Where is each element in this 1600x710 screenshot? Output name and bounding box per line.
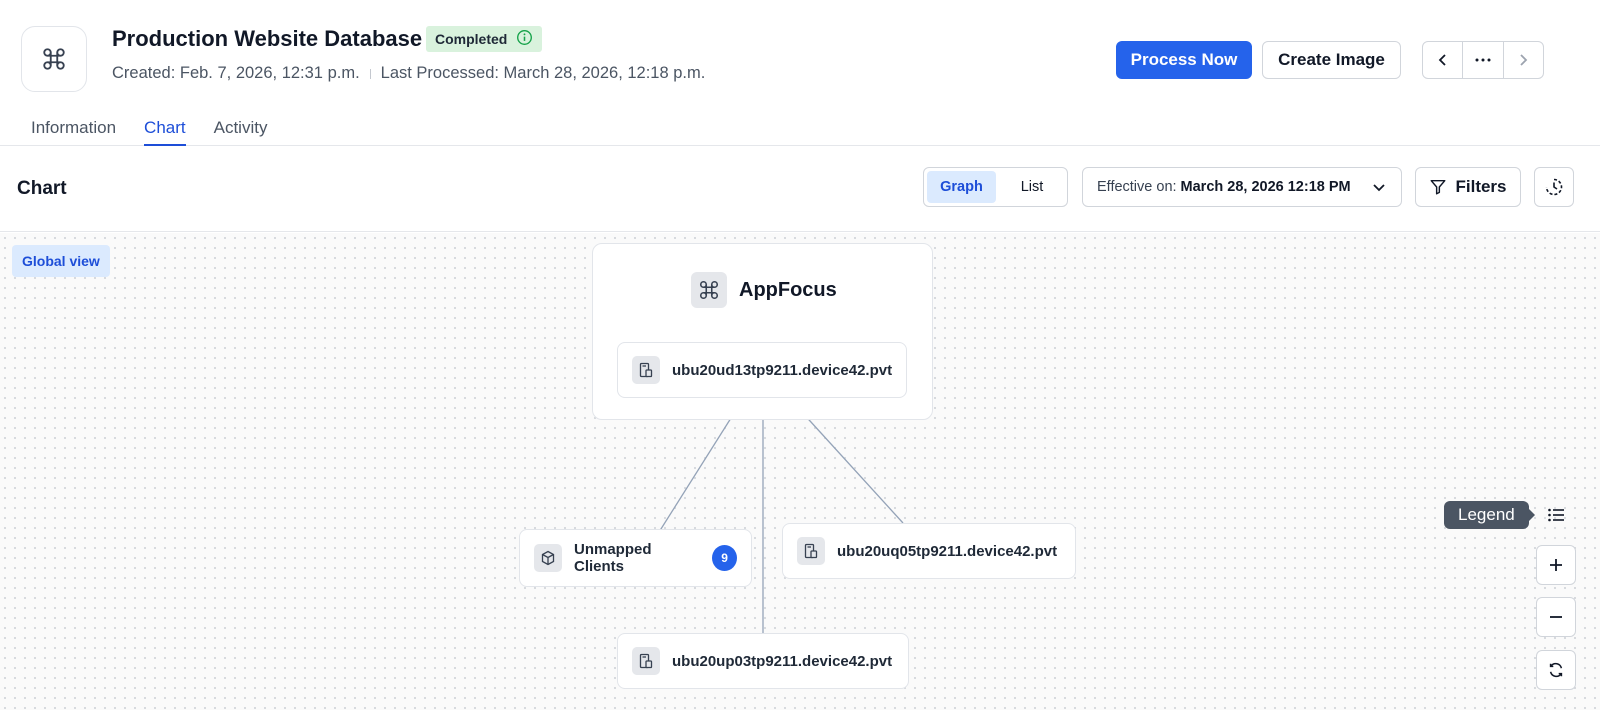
tab-information[interactable]: Information xyxy=(31,118,116,146)
node-ubu20uq05[interactable]: ubu20uq05tp9211.device42.pvt xyxy=(782,523,1076,579)
record-pager xyxy=(1422,41,1544,79)
graph-canvas[interactable]: Global view AppFocus ubu20ud13tp9211.dev… xyxy=(0,233,1600,710)
appfocus-group[interactable]: AppFocus ubu20ud13tp9211.device42.pvt xyxy=(592,243,933,420)
meta-divider xyxy=(369,68,371,79)
chevron-right-icon xyxy=(1520,54,1528,66)
node-unmapped-clients[interactable]: Unmapped Clients 9 xyxy=(519,529,752,587)
app-icon xyxy=(21,26,87,92)
global-view-badge: Global view xyxy=(12,245,110,277)
node-label: ubu20up03tp9211.device42.pvt xyxy=(672,652,893,670)
filters-label: Filters xyxy=(1455,177,1507,196)
node-label: ubu20ud13tp9211.device42.pvt xyxy=(672,361,893,379)
zoom-in-button[interactable] xyxy=(1536,545,1576,585)
more-button[interactable] xyxy=(1462,42,1502,78)
effective-value: March 28, 2026 12:18 PM xyxy=(1180,179,1351,195)
next-button[interactable] xyxy=(1502,42,1543,78)
node-label: Unmapped Clients xyxy=(574,541,652,575)
created-date: Created: Feb. 7, 2026, 12:31 p.m. xyxy=(112,64,360,82)
device-icon xyxy=(632,647,660,675)
minus-icon xyxy=(1550,616,1562,618)
previous-button[interactable] xyxy=(1423,42,1462,78)
edge-unmapped-to-ud13 xyxy=(653,397,744,541)
legend-button[interactable] xyxy=(1536,495,1576,535)
page-title: Production Website Database xyxy=(112,26,423,51)
device-icon xyxy=(797,537,825,565)
tab-chart[interactable]: Chart xyxy=(144,118,186,146)
tab-activity[interactable]: Activity xyxy=(214,118,268,146)
last-processed-date: Last Processed: March 28, 2026, 12:18 p.… xyxy=(380,64,706,82)
node-label: ubu20uq05tp9211.device42.pvt xyxy=(837,542,1058,560)
history-icon xyxy=(1545,178,1563,196)
node-ubu20up03[interactable]: ubu20up03tp9211.device42.pvt xyxy=(617,633,909,689)
section-title: Chart xyxy=(17,178,67,199)
filters-button[interactable]: Filters xyxy=(1415,167,1521,207)
view-toggle: Graph List xyxy=(923,167,1068,207)
count-badge: 9 xyxy=(712,545,737,571)
group-name: AppFocus xyxy=(739,278,837,301)
history-button[interactable] xyxy=(1534,167,1574,207)
node-ubu20ud13[interactable]: ubu20ud13tp9211.device42.pvt xyxy=(617,342,907,398)
legend-tooltip: Legend xyxy=(1444,501,1535,529)
effective-label: Effective on: xyxy=(1097,179,1177,195)
device-icon xyxy=(632,356,660,384)
process-now-button[interactable]: Process Now xyxy=(1116,41,1252,79)
plus-icon xyxy=(1550,559,1562,571)
unknown-box-icon xyxy=(534,544,562,572)
zoom-out-button[interactable] xyxy=(1536,597,1576,637)
group-header: AppFocus xyxy=(691,272,837,308)
page-meta: Created: Feb. 7, 2026, 12:31 p.m. Last P… xyxy=(112,64,705,83)
list-icon xyxy=(1548,508,1564,522)
create-image-button[interactable]: Create Image xyxy=(1262,41,1401,79)
status-label: Completed xyxy=(435,31,508,47)
app-icon xyxy=(691,272,727,308)
tab-bar: Information Chart Activity xyxy=(31,118,267,146)
chevron-left-icon xyxy=(1438,54,1446,66)
list-view-button[interactable]: List xyxy=(1002,171,1062,203)
filter-icon xyxy=(1431,179,1446,195)
chevron-down-icon xyxy=(1373,184,1385,192)
info-icon[interactable] xyxy=(516,29,533,49)
chart-toolbar: Chart Graph List Effective on: March 28,… xyxy=(0,146,1600,232)
refresh-icon xyxy=(1549,662,1563,678)
more-horizontal-icon xyxy=(1475,58,1491,62)
status-badge: Completed xyxy=(426,26,543,52)
page-header: Production Website Database Completed Cr… xyxy=(0,0,1600,146)
graph-view-button[interactable]: Graph xyxy=(927,171,996,203)
reset-view-button[interactable] xyxy=(1536,650,1576,690)
effective-date-select[interactable]: Effective on: March 28, 2026 12:18 PM xyxy=(1082,167,1402,207)
